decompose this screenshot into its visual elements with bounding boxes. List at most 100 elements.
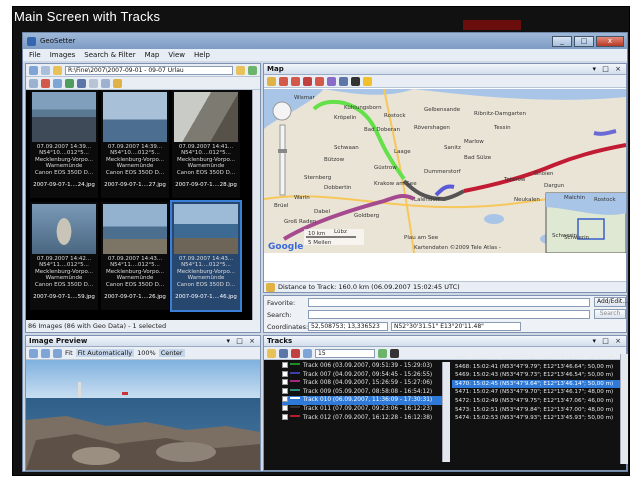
search-input[interactable] xyxy=(308,310,590,319)
search-button[interactable]: Search xyxy=(594,309,626,319)
sync-icon[interactable] xyxy=(378,348,387,358)
title-bar: GeoSetter _ □ x xyxy=(23,33,627,49)
next-icon[interactable] xyxy=(53,348,62,358)
close-button[interactable]: x xyxy=(596,35,624,47)
folder-up-icon[interactable] xyxy=(53,65,62,75)
tracks-title: Tracks xyxy=(267,337,293,345)
thumbnail-2[interactable]: 07.09.2007 14:39... N54°10....012°5... Mec… xyxy=(101,90,169,198)
refresh-icon[interactable] xyxy=(248,65,257,75)
track-point-row[interactable]: 5468: 15:02:41 (N53°47'9.79"; E12°13'46.… xyxy=(452,363,620,372)
track-list-scrollbar[interactable] xyxy=(442,362,450,462)
forward-icon[interactable] xyxy=(41,65,50,75)
pane-controls[interactable]: ▾ □ × xyxy=(593,65,623,73)
maximize-button[interactable]: □ xyxy=(574,35,594,47)
track-point-row[interactable]: 5467: 15:02:39 (N53°47'9.82"; E12°13'46.… xyxy=(452,354,620,363)
map-canvas[interactable]: 10 km 5 Meilen Google Kartendaten ©2009 … xyxy=(264,89,626,253)
zoom-select[interactable]: 100% xyxy=(137,349,156,357)
favorite-label: Favorite: xyxy=(267,299,296,307)
fit-automatically-button[interactable]: Fit Automatically xyxy=(75,349,135,357)
app-window: GeoSetter _ □ x File Images Search & Fil… xyxy=(22,32,628,472)
thumbnail-meta: 07.09.2007 14:39... N54°10....012°5... Mec… xyxy=(34,144,94,176)
track-icon[interactable] xyxy=(339,76,348,86)
menu-images[interactable]: Images xyxy=(50,51,76,59)
pane-controls[interactable]: ▾ □ × xyxy=(593,337,623,345)
menu-map[interactable]: Map xyxy=(145,51,160,59)
thumbnail-grid: 07.09.2007 14:39... N54°10....012°5... Mec… xyxy=(30,90,242,330)
filter-icon[interactable] xyxy=(53,78,62,88)
track-point-row[interactable]: 5474: 15:02:53 (N53°47'9.93"; E12°13'45.… xyxy=(452,414,620,423)
edit-icon[interactable] xyxy=(29,78,38,88)
favorite-star-icon[interactable] xyxy=(363,76,372,86)
add-edit-button[interactable]: Add/Edit... xyxy=(594,297,628,307)
favorite-select[interactable] xyxy=(308,298,590,307)
prev-icon[interactable] xyxy=(41,348,50,358)
window-buttons: _ □ x xyxy=(552,35,627,47)
track-zoom-select[interactable]: 15 xyxy=(315,348,375,358)
track-row[interactable]: Track 007 (04.09.2007, 09:54:45 - 15:26:… xyxy=(282,370,442,380)
track-point-row[interactable]: 5469: 15:02:43 (N53°47'9.73"; E12°13'46.… xyxy=(452,371,620,380)
folder-path-input[interactable]: R:\Fine\2007\2007-09-01 - 09-07 Urlau xyxy=(65,65,233,75)
coordinates-input[interactable]: 52,508753; 13,336523 xyxy=(308,322,388,331)
place-label: Goldberg xyxy=(354,213,379,219)
track-point-row[interactable]: 5473: 15:02:51 (N53°47'9.84"; E12°13'47.… xyxy=(452,406,620,415)
place-label: Tessin xyxy=(493,125,511,131)
folder-icon[interactable] xyxy=(236,65,245,75)
save-icon[interactable] xyxy=(279,348,288,358)
menu-search-filter[interactable]: Search & Filter xyxy=(84,51,135,59)
track-row[interactable]: Track 011 (07.09.2007, 09:23:06 - 16:12:… xyxy=(282,405,442,414)
thumbnail-scrollbar[interactable] xyxy=(252,90,260,320)
browser-status-bar: 86 Images (86 with Geo Data) - 1 selecte… xyxy=(26,320,260,332)
place-label: Schwaan xyxy=(334,145,359,151)
crosshair-icon[interactable] xyxy=(351,76,360,86)
settings-icon[interactable] xyxy=(113,78,122,88)
place-label: Sanitz xyxy=(444,145,461,151)
track-list: Track 006 (03.09.2007, 09:51:39 - 15:29:… xyxy=(282,362,442,462)
place-label: Marlow xyxy=(464,139,484,145)
slide-caption: Main Screen with Tracks xyxy=(14,9,161,24)
image-preview-pane: Image Preview ▾ □ × Fit Fit Automaticall… xyxy=(25,335,261,471)
thumbnail-image xyxy=(103,204,167,254)
pin-icon[interactable] xyxy=(315,76,324,86)
copy-icon[interactable] xyxy=(101,78,110,88)
route-icon[interactable] xyxy=(327,76,336,86)
track-row[interactable]: Track 008 (04.09.2007, 15:26:59 - 15:27:… xyxy=(282,379,442,388)
color-icon[interactable] xyxy=(303,348,312,358)
thumbnail-filename: 2007-09-07-1....46.jpg xyxy=(175,294,237,300)
track-point-row-selected[interactable]: 5470: 15:02:45 (N53°47'9.64"; E12°13'46.… xyxy=(452,379,620,389)
thumbnail-4[interactable]: 07.09.2007 14:42... N54°11....012°5... Mec… xyxy=(30,202,98,310)
delete-icon[interactable] xyxy=(291,348,300,358)
pane-controls[interactable]: ▾ □ × xyxy=(227,337,257,345)
thumbnail-5[interactable]: 07.09.2007 14:43... N54°11....012°5... Mec… xyxy=(101,202,169,310)
track-row-selected[interactable]: Track 010 (06.09.2007, 11:36:09 - 17:30:… xyxy=(282,396,442,405)
pin-icon[interactable] xyxy=(303,76,312,86)
menu-file[interactable]: File xyxy=(29,51,41,59)
folder-open-icon[interactable] xyxy=(267,348,276,358)
back-icon[interactable] xyxy=(29,65,38,75)
save-icon[interactable] xyxy=(77,78,86,88)
track-row[interactable]: Track 009 (05.09.2007, 08:58:08 - 16:54:… xyxy=(282,387,442,397)
track-row[interactable]: Track 006 (03.09.2007, 09:51:39 - 15:29:… xyxy=(282,362,442,371)
view-mode-icon[interactable] xyxy=(89,78,98,88)
menu-help[interactable]: Help xyxy=(194,51,210,59)
track-row[interactable]: Track 012 (07.09.2007, 16:12:28 - 16:12:… xyxy=(282,413,442,423)
menu-bar: File Images Search & Filter Map View Hel… xyxy=(23,49,627,61)
image-browser-pane: R:\Fine\2007\2007-09-01 - 09-07 Urlau 07… xyxy=(25,63,261,333)
fit-button[interactable]: Fit xyxy=(65,349,73,357)
track-point-row[interactable]: 5471: 15:02:47 (N53°47'9.70"; E12°13'46.… xyxy=(452,388,620,397)
globe-icon[interactable] xyxy=(65,78,74,88)
thumbnail-1[interactable]: 07.09.2007 14:39... N54°10....012°5... Mec… xyxy=(30,90,98,198)
track-points-scrollbar[interactable] xyxy=(620,354,628,464)
center-button[interactable]: Center xyxy=(158,349,185,357)
thumbnail-3[interactable]: 07.09.2007 14:41... N54°10....012°5... Mec… xyxy=(172,90,240,198)
thumbnail-6-selected[interactable]: 07.09.2007 14:43... N54°11....012°5... Mec… xyxy=(170,200,242,312)
first-icon[interactable] xyxy=(29,348,38,358)
pin-icon[interactable] xyxy=(279,76,288,86)
map-type-icon[interactable] xyxy=(267,76,276,86)
minimize-button[interactable]: _ xyxy=(552,35,572,47)
settings-icon[interactable] xyxy=(390,348,399,358)
pin-icon[interactable] xyxy=(291,76,300,86)
menu-view[interactable]: View xyxy=(168,51,185,59)
track-point-row[interactable]: 5472: 15:02:49 (N53°47'9.75"; E12°13'47.… xyxy=(452,397,620,406)
map-pin-icon[interactable] xyxy=(41,78,50,88)
coordinates-dms[interactable]: N52°30'31.51" E13°20'11.48" xyxy=(391,322,521,331)
